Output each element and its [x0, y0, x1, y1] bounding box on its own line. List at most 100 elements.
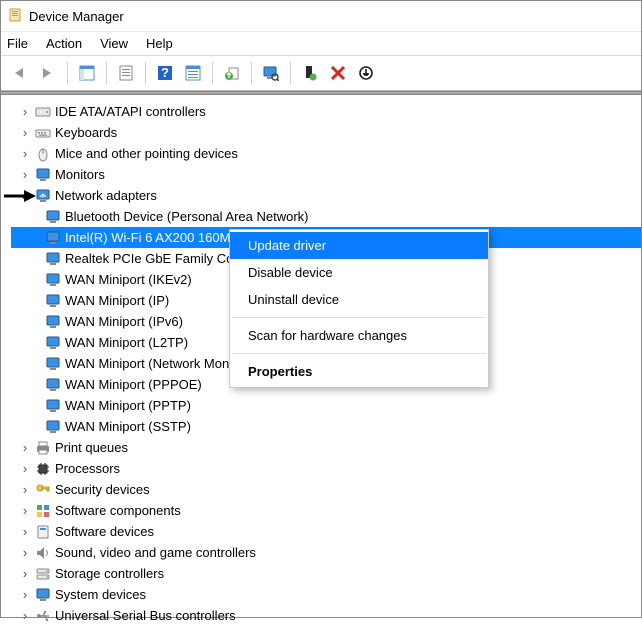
caret-right-icon: ›	[19, 479, 31, 500]
category-label: Storage controllers	[55, 563, 164, 584]
category-system[interactable]: › System devices	[11, 584, 641, 605]
category-processors[interactable]: › Processors	[11, 458, 641, 479]
caret-right-icon: ›	[19, 458, 31, 479]
show-hide-tree-button[interactable]	[74, 60, 100, 86]
network-icon	[35, 188, 51, 204]
category-ide[interactable]: › IDE ATA/ATAPI controllers	[11, 101, 641, 122]
toolbar-separator	[145, 62, 146, 84]
network-adapter-icon	[45, 335, 61, 351]
category-network-adapters[interactable]: ⌄ Network adapters	[11, 185, 641, 206]
category-storage[interactable]: › Storage controllers	[11, 563, 641, 584]
menu-action[interactable]: Action	[46, 36, 82, 51]
menu-file[interactable]: File	[7, 36, 28, 51]
adapter-label: Intel(R) Wi-Fi 6 AX200 160MHz	[65, 227, 246, 248]
device-manager-icon	[7, 8, 23, 24]
adapter-wan-sstp[interactable]: WAN Miniport (SSTP)	[11, 416, 641, 437]
network-adapter-icon	[45, 419, 61, 435]
action-button[interactable]	[180, 60, 206, 86]
category-mice[interactable]: › Mice and other pointing devices	[11, 143, 641, 164]
network-adapter-icon	[45, 293, 61, 309]
caret-right-icon: ›	[19, 563, 31, 584]
toolbar: ?	[1, 55, 641, 91]
window-title: Device Manager	[29, 9, 124, 24]
category-monitors[interactable]: › Monitors	[11, 164, 641, 185]
printer-icon	[35, 440, 51, 456]
component-icon	[35, 503, 51, 519]
title-bar: Device Manager	[1, 1, 641, 31]
network-adapter-icon	[45, 398, 61, 414]
category-label: Software devices	[55, 521, 154, 542]
adapter-label: WAN Miniport (IPv6)	[65, 311, 183, 332]
category-label: Monitors	[55, 164, 105, 185]
adapter-label: Bluetooth Device (Personal Area Network)	[65, 206, 309, 227]
network-adapter-icon	[45, 209, 61, 225]
svg-text:?: ?	[161, 65, 169, 80]
help-icon: ?	[157, 65, 173, 81]
ctx-update-driver[interactable]: Update driver	[230, 232, 488, 259]
toolbar-separator	[67, 62, 68, 84]
help-button[interactable]: ?	[152, 60, 178, 86]
update-driver-icon	[224, 65, 240, 81]
category-software-devices[interactable]: › Software devices	[11, 521, 641, 542]
toolbar-separator	[212, 62, 213, 84]
properties-button[interactable]	[113, 60, 139, 86]
network-adapter-icon	[45, 377, 61, 393]
adapter-label: WAN Miniport (PPTP)	[65, 395, 191, 416]
network-adapter-icon	[45, 230, 61, 246]
monitor-scan-icon	[263, 65, 279, 81]
category-label: IDE ATA/ATAPI controllers	[55, 101, 206, 122]
adapter-label: WAN Miniport (Network Monitor)	[65, 353, 252, 374]
computer-icon	[35, 587, 51, 603]
back-button[interactable]	[7, 60, 33, 86]
scan-button[interactable]	[258, 60, 284, 86]
arrow-left-icon	[11, 66, 29, 80]
ctx-uninstall-device[interactable]: Uninstall device	[230, 286, 488, 313]
monitor-icon	[35, 167, 51, 183]
category-usb[interactable]: › Universal Serial Bus controllers	[11, 605, 641, 626]
category-label: Print queues	[55, 437, 128, 458]
tree-pane-icon	[79, 65, 95, 81]
category-sound[interactable]: › Sound, video and game controllers	[11, 542, 641, 563]
enable-button[interactable]	[297, 60, 323, 86]
key-icon	[35, 482, 51, 498]
toolbar-separator	[290, 62, 291, 84]
ctx-properties[interactable]: Properties	[230, 358, 488, 385]
disable-button[interactable]	[353, 60, 379, 86]
category-label: Keyboards	[55, 122, 117, 143]
caret-right-icon: ›	[19, 605, 31, 626]
adapter-wan-pptp[interactable]: WAN Miniport (PPTP)	[11, 395, 641, 416]
adapter-label: WAN Miniport (PPPOE)	[65, 374, 202, 395]
caret-right-icon: ›	[19, 542, 31, 563]
uninstall-button[interactable]	[325, 60, 351, 86]
caret-right-icon: ›	[19, 437, 31, 458]
forward-button[interactable]	[35, 60, 61, 86]
ctx-disable-device[interactable]: Disable device	[230, 259, 488, 286]
menu-view[interactable]: View	[100, 36, 128, 51]
menu-help[interactable]: Help	[146, 36, 173, 51]
caret-right-icon: ›	[19, 122, 31, 143]
speaker-icon	[35, 545, 51, 561]
storage-icon	[35, 566, 51, 582]
adapter-bluetooth[interactable]: Bluetooth Device (Personal Area Network)	[11, 206, 641, 227]
category-software-components[interactable]: › Software components	[11, 500, 641, 521]
ctx-separator	[232, 353, 486, 354]
arrow-right-icon	[39, 66, 57, 80]
network-adapter-icon	[45, 272, 61, 288]
toolbar-separator	[251, 62, 252, 84]
usb-icon	[35, 608, 51, 624]
category-keyboards[interactable]: › Keyboards	[11, 122, 641, 143]
update-driver-button[interactable]	[219, 60, 245, 86]
caret-right-icon: ›	[19, 521, 31, 542]
category-label: Software components	[55, 500, 181, 521]
device-enable-icon	[302, 65, 318, 81]
network-adapter-icon	[45, 314, 61, 330]
caret-right-icon: ›	[19, 101, 31, 122]
category-security[interactable]: › Security devices	[11, 479, 641, 500]
keyboard-icon	[35, 125, 51, 141]
mouse-icon	[35, 146, 51, 162]
category-label: Processors	[55, 458, 120, 479]
ctx-scan-hardware[interactable]: Scan for hardware changes	[230, 322, 488, 349]
caret-right-icon: ›	[19, 143, 31, 164]
category-label: Mice and other pointing devices	[55, 143, 238, 164]
category-print-queues[interactable]: › Print queues	[11, 437, 641, 458]
